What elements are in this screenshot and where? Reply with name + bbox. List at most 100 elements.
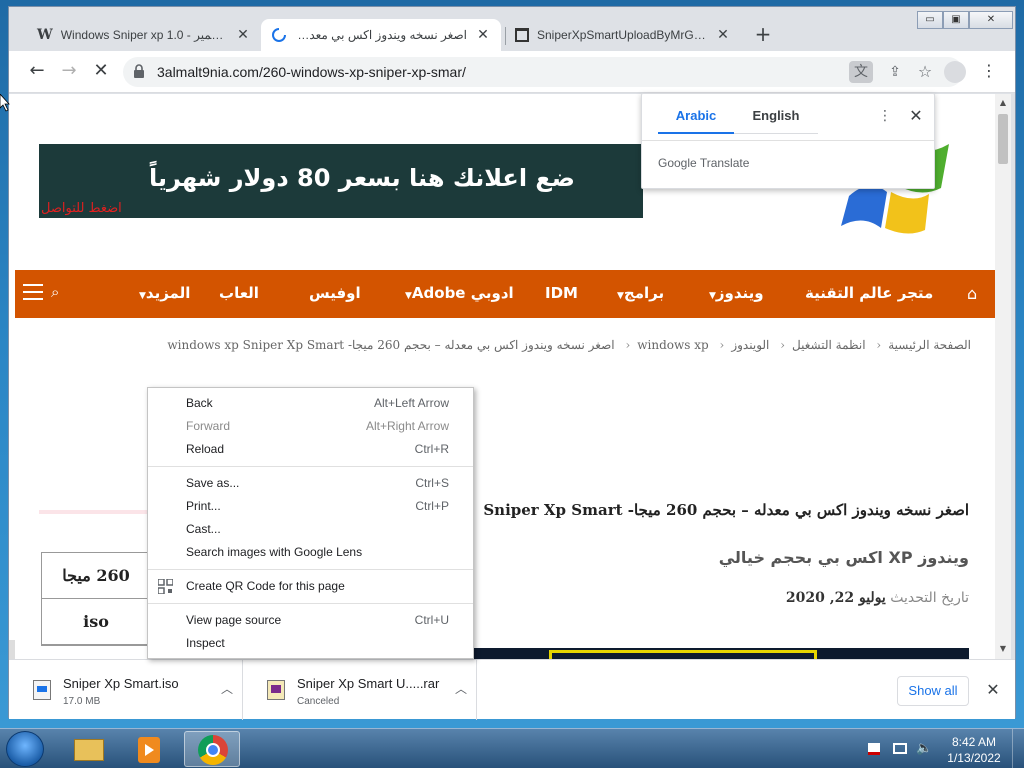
system-clock[interactable]: 8:42 AM 1/13/2022 <box>944 734 1004 766</box>
post-subtitle: ويندوز XP اكس بي بحجم خيالي <box>718 548 969 567</box>
menu-item-save-as[interactable]: Save as... Ctrl+S <box>148 472 473 495</box>
menu-item-create-qr-code-for-this-page[interactable]: Create QR Code for this page <box>148 575 473 598</box>
close-tab-icon[interactable]: ✕ <box>475 27 491 43</box>
more-options-icon[interactable]: ⋮ <box>878 108 892 124</box>
breadcrumb-os[interactable]: انظمة التشغيل <box>792 338 866 352</box>
forward-arrow-icon[interactable]: → <box>57 60 81 84</box>
close-icon[interactable]: ✕ <box>985 680 1001 699</box>
nav-office[interactable]: اوفيس <box>309 284 361 302</box>
search-icon[interactable]: ⌕ <box>51 283 69 301</box>
translate-tab-arabic[interactable]: Arabic <box>658 104 734 134</box>
chevron-up-icon[interactable]: ︿ <box>221 680 233 697</box>
tab-windows-sniper[interactable]: W Windows Sniper xp 1.0 - جابر سمير ✕ <box>27 19 261 51</box>
breadcrumb-windows[interactable]: الويندوز <box>731 338 769 352</box>
nav-more[interactable]: المزيد▼ <box>135 284 190 302</box>
close-tab-icon[interactable]: ✕ <box>235 27 251 43</box>
chevron-up-icon[interactable]: ︿ <box>455 680 467 697</box>
bookmark-star-icon[interactable]: ☆ <box>913 61 937 83</box>
menu-item-view-page-source[interactable]: View page source Ctrl+U <box>148 609 473 632</box>
menu-item-print[interactable]: Print... Ctrl+P <box>148 495 473 518</box>
nav-store[interactable]: متجر عالم التقنية <box>805 284 933 302</box>
table-cell-format: iso <box>42 599 150 645</box>
tab-active-post[interactable]: اصغر نسخه ويندوز اكس بي معدله - بحجم 26 … <box>261 19 501 51</box>
menu-item-label: Inspect <box>186 636 225 650</box>
download-item[interactable]: Sniper Xp Smart U.....rar Canceled ︿ <box>243 660 477 720</box>
menu-item-shortcut: Ctrl+R <box>414 442 449 456</box>
iso-file-icon <box>33 680 51 700</box>
new-tab-button[interactable]: + <box>751 23 775 47</box>
menu-item-cast[interactable]: Cast... <box>148 518 473 541</box>
window-close-button[interactable]: ✕ <box>969 11 1013 29</box>
home-icon[interactable]: ⌂ <box>967 284 977 303</box>
profile-avatar-icon[interactable] <box>944 61 966 83</box>
breadcrumb-chevron-icon: ‹ <box>719 338 725 352</box>
menu-item-inspect[interactable]: Inspect <box>148 632 473 655</box>
menu-item-reload[interactable]: Reload Ctrl+R <box>148 438 473 461</box>
network-icon[interactable] <box>892 741 908 757</box>
breadcrumb-windows-xp[interactable]: windows xp <box>637 338 708 352</box>
menu-item-label: Back <box>186 396 213 410</box>
scroll-up-icon[interactable]: ▲ <box>998 98 1008 107</box>
page-scrollbar[interactable]: ▲ ▼ <box>995 94 1011 659</box>
maximize-button[interactable]: ▣ <box>943 11 969 29</box>
ad-contact-link[interactable]: اضغط للتواصل <box>41 201 122 216</box>
menu-item-forward[interactable]: Forward Alt+Right Arrow <box>148 415 473 438</box>
chrome-icon[interactable] <box>184 731 240 767</box>
windows-taskbar: 🔈 8:42 AM 1/13/2022 <box>0 728 1024 768</box>
volume-icon[interactable]: 🔈 <box>916 741 932 757</box>
nav-idm[interactable]: IDM <box>545 284 578 302</box>
download-item[interactable]: Sniper Xp Smart.iso 17.0 MB ︿ <box>9 660 243 720</box>
close-icon[interactable]: ✕ <box>908 106 924 125</box>
breadcrumb-home[interactable]: الصفحة الرئيسية <box>888 338 971 352</box>
start-button[interactable] <box>6 731 44 767</box>
breadcrumb-chevron-icon: ‹ <box>780 338 786 352</box>
translate-icon[interactable]: 文 <box>849 61 873 83</box>
show-desktop-button[interactable] <box>1012 729 1024 768</box>
close-tab-icon[interactable]: ✕ <box>715 27 731 43</box>
nav-windows[interactable]: ويندوز▼ <box>705 284 764 302</box>
download-shelf: Sniper Xp Smart.iso 17.0 MB ︿ Sniper Xp … <box>9 659 1015 720</box>
browser-menu-icon[interactable]: ⋮ <box>981 60 997 84</box>
menu-item-shortcut: Ctrl+P <box>415 499 449 513</box>
nav-adobe[interactable]: ادوبي Adobe▼ <box>401 284 514 302</box>
menu-item-shortcut: Ctrl+U <box>414 613 449 627</box>
action-center-flag-icon[interactable] <box>866 741 882 757</box>
translate-tab-english[interactable]: English <box>734 104 818 134</box>
hamburger-menu-icon[interactable] <box>23 284 43 300</box>
qr-code-icon <box>158 579 173 594</box>
browser-toolbar: ← → ✕ 3almalt9nia.com/260-windows-xp-sni… <box>9 51 1015 93</box>
lock-icon[interactable] <box>133 64 145 78</box>
minimize-button[interactable]: ▭ <box>917 11 943 29</box>
show-all-button[interactable]: Show all <box>897 676 969 706</box>
tab-title: اصغر نسخه ويندوز اكس بي معدله - بحجم 26 <box>295 28 467 42</box>
file-explorer-icon[interactable] <box>62 731 118 767</box>
loading-spinner-icon <box>272 28 286 42</box>
menu-item-label: View page source <box>186 613 282 627</box>
table-cell-size: 260 ميجا <box>42 553 150 599</box>
date-value: يوليو 22, 2020 <box>785 590 886 606</box>
menu-item-label: Search images with Google Lens <box>186 545 363 559</box>
site-navbar: ⌕ المزيد▼ العاب اوفيس ادوبي Adobe▼ IDM ب… <box>15 270 995 318</box>
nav-games[interactable]: العاب <box>219 284 259 302</box>
nav-programs[interactable]: برامج▼ <box>613 284 664 302</box>
back-arrow-icon[interactable]: ← <box>25 60 49 84</box>
menu-item-shortcut: Alt+Left Arrow <box>373 396 449 410</box>
menu-separator <box>148 603 473 604</box>
breadcrumb-chevron-icon: ‹ <box>625 338 631 352</box>
share-icon[interactable]: ⇪ <box>883 61 907 83</box>
wordpress-icon: W <box>37 27 53 43</box>
menu-item-label: Cast... <box>186 522 221 536</box>
stop-loading-icon[interactable]: ✕ <box>89 60 113 84</box>
post-date: تاريخ التحديث يوليو 22, 2020 <box>786 590 969 606</box>
scroll-thumb[interactable] <box>998 114 1008 164</box>
scroll-down-icon[interactable]: ▼ <box>998 644 1008 653</box>
divider <box>39 510 159 514</box>
ad-banner[interactable]: ضع اعلانك هنا بسعر 80 دولار شهرياً اضغط … <box>39 144 643 218</box>
menu-item-back[interactable]: Back Alt+Left Arrow <box>148 392 473 415</box>
media-player-icon[interactable] <box>122 731 178 767</box>
date-label: تاريخ التحديث <box>890 590 969 606</box>
tab-sniper-upload[interactable]: SniperXpSmartUploadByMrGS di ✕ <box>505 19 741 51</box>
menu-item-search-images-with-google-lens[interactable]: Search images with Google Lens <box>148 541 473 564</box>
address-bar[interactable]: 3almalt9nia.com/260-windows-xp-sniper-xp… <box>123 57 963 87</box>
url-text[interactable]: 3almalt9nia.com/260-windows-xp-sniper-xp… <box>157 64 466 80</box>
